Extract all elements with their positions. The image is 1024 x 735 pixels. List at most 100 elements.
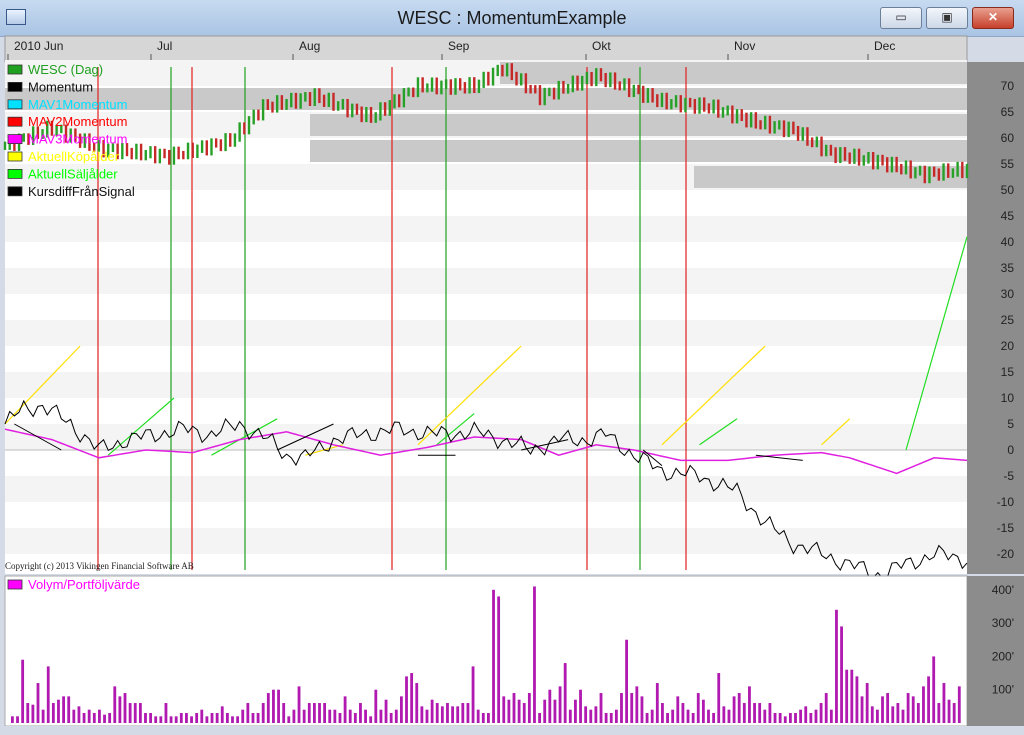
volume-bar — [51, 703, 55, 723]
volume-bar — [722, 706, 726, 723]
volume-bar — [481, 713, 485, 723]
volume-bar — [364, 709, 367, 723]
volume-bar — [538, 713, 541, 723]
volume-bar — [272, 689, 275, 723]
volume-bar — [318, 703, 321, 723]
volume-bar — [788, 713, 792, 723]
volume-bar — [67, 696, 71, 723]
volume-bar — [138, 703, 142, 723]
volume-bar — [906, 693, 910, 723]
volume-bar — [650, 709, 654, 723]
volume-bar — [399, 696, 403, 723]
volume-bar — [251, 713, 255, 723]
volume-bar — [712, 713, 716, 723]
volume-bar — [476, 709, 480, 723]
volume-bar — [41, 709, 45, 723]
grid-band — [5, 320, 967, 346]
volume-bar — [527, 693, 531, 723]
copyright-text: Copyright (c) 2013 Vikingen Financial So… — [5, 561, 194, 571]
volume-bar — [195, 713, 199, 723]
volume-bar — [865, 683, 869, 723]
support-zone — [310, 114, 967, 136]
volume-bar — [154, 716, 158, 723]
volume-bar — [589, 709, 593, 723]
volume-bar — [875, 709, 879, 723]
support-zone — [500, 62, 967, 84]
volume-bar — [640, 696, 644, 723]
volume-bar — [742, 703, 746, 723]
volume-bar — [783, 716, 787, 723]
volume-bar — [737, 693, 741, 723]
volume-bar — [169, 716, 173, 723]
y-tick-label: 40 — [1001, 235, 1015, 249]
volume-bar — [911, 696, 915, 723]
volume-bar — [548, 689, 552, 723]
volume-bar — [236, 716, 240, 723]
volume-bar — [543, 699, 547, 723]
volume-bar — [819, 703, 823, 723]
volume-bar — [57, 699, 60, 723]
y-tick-label: 10 — [1001, 391, 1015, 405]
volume-bar — [185, 713, 188, 723]
volume-bar — [384, 699, 388, 723]
volume-bar — [118, 696, 122, 723]
support-zone — [5, 88, 967, 110]
legend-swatch — [7, 116, 23, 127]
volume-bar — [574, 699, 577, 723]
volume-bar — [727, 709, 731, 723]
x-tick-label: Dec — [874, 39, 895, 53]
volume-bar — [92, 713, 96, 723]
volume-bar — [533, 586, 536, 723]
y-tick-label: 25 — [1001, 313, 1015, 327]
volume-bar — [98, 709, 101, 723]
volume-bar — [266, 693, 270, 723]
volume-bar — [302, 709, 306, 723]
volume-bar — [277, 689, 280, 723]
volume-bar — [568, 709, 572, 723]
volume-bar — [645, 713, 649, 723]
legend-swatch — [7, 64, 23, 75]
volume-bar — [824, 693, 828, 723]
volume-bar — [287, 716, 291, 723]
volume-bar — [594, 706, 598, 723]
volume-bar — [62, 696, 65, 723]
volume-bar — [881, 696, 884, 723]
volume-bar — [292, 709, 296, 723]
volume-bar — [927, 676, 930, 723]
volume-bar — [507, 699, 511, 723]
volume-tick-label: 300' — [992, 616, 1014, 630]
volume-bar — [794, 713, 797, 723]
volume-bar — [410, 673, 414, 723]
volume-bar — [870, 706, 874, 723]
volume-bar — [492, 589, 495, 723]
chart-window: WESC : MomentumExample ▭ ▣ ✕ 2010 Jun Jul… — [0, 0, 1024, 735]
volume-bar — [348, 709, 352, 723]
volume-bar — [942, 683, 946, 723]
volume-bar — [430, 699, 434, 723]
legend-item: KursdiffFrånSignal — [28, 184, 135, 199]
volume-bar — [210, 713, 214, 723]
x-tick-label: 2010 Jun — [14, 39, 63, 53]
volume-bar — [497, 596, 501, 723]
volume-bar — [661, 703, 664, 723]
volume-bar — [609, 713, 613, 723]
y-tick-label: 70 — [1001, 79, 1015, 93]
volume-legend-label: Volym/Portföljvärde — [28, 577, 140, 592]
volume-legend-swatch — [7, 579, 23, 590]
y-tick-label: 45 — [1001, 209, 1015, 223]
volume-bar — [717, 673, 721, 723]
volume-bar — [420, 706, 424, 723]
volume-bar — [901, 709, 905, 723]
volume-bar — [748, 686, 751, 723]
legend-item: AktuellSäljålder — [28, 166, 118, 181]
legend-item: MAV2Momentum — [28, 114, 127, 129]
volume-bar — [829, 709, 833, 723]
volume-bar — [312, 703, 316, 723]
volume-bar — [466, 703, 470, 723]
volume-bar — [630, 693, 634, 723]
volume-bar — [937, 703, 941, 723]
volume-bar — [297, 686, 301, 723]
grid-band — [5, 372, 967, 398]
x-tick-label: Aug — [299, 39, 320, 53]
volume-bar — [947, 699, 951, 723]
